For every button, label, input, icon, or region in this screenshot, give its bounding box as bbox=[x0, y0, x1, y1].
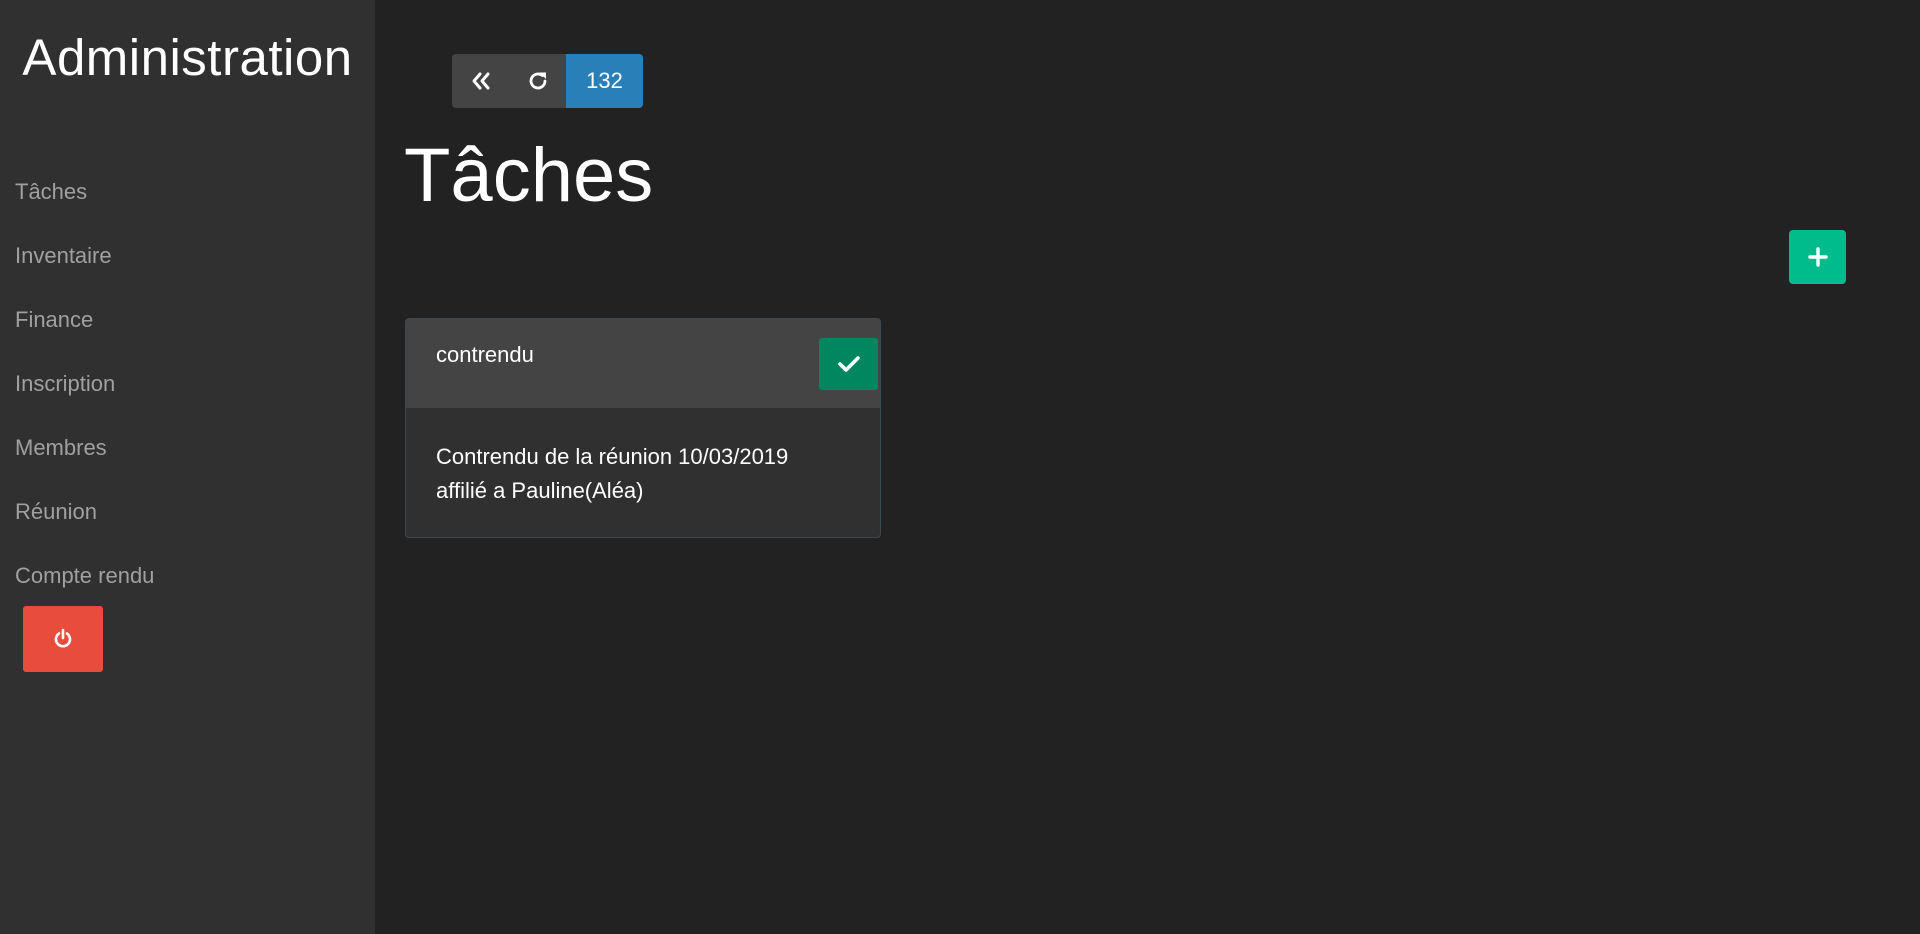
app-brand: Administration bbox=[22, 29, 353, 86]
task-title: contrendu bbox=[436, 342, 534, 367]
refresh-icon bbox=[529, 72, 546, 90]
back-button[interactable] bbox=[452, 54, 509, 108]
sidebar-nav: Tâches Inventaire Finance Inscription Me… bbox=[0, 164, 375, 612]
task-description: Contrendu de la réunion 10/03/2019 bbox=[436, 444, 789, 469]
add-task-button[interactable] bbox=[1789, 230, 1846, 284]
page-title: Tâches bbox=[404, 133, 654, 218]
logout-button[interactable] bbox=[23, 606, 103, 672]
sidebar-item-finance[interactable]: Finance bbox=[0, 292, 375, 356]
sidebar-item-membres[interactable]: Membres bbox=[0, 420, 375, 484]
toolbar: 132 bbox=[452, 54, 643, 108]
check-icon bbox=[837, 356, 860, 372]
refresh-button[interactable] bbox=[509, 54, 566, 108]
sidebar-item-inventaire[interactable]: Inventaire bbox=[0, 228, 375, 292]
sidebar-item-taches[interactable]: Tâches bbox=[0, 164, 375, 228]
sidebar-item-reunion[interactable]: Réunion bbox=[0, 484, 375, 548]
task-assignee: affilié a Pauline(Aléa) bbox=[436, 478, 644, 503]
mark-done-button[interactable] bbox=[819, 338, 878, 390]
double-chevron-left-icon bbox=[472, 72, 489, 90]
task-count-badge: 132 bbox=[566, 54, 643, 108]
power-icon bbox=[54, 628, 72, 648]
task-card-header: contrendu bbox=[406, 319, 880, 408]
task-card: contrendu Contrendu de la réunion 10/03/… bbox=[405, 318, 881, 538]
sidebar: Administration Tâches Inventaire Finance… bbox=[0, 0, 375, 934]
sidebar-item-inscription[interactable]: Inscription bbox=[0, 356, 375, 420]
task-card-body: Contrendu de la réunion 10/03/2019 affil… bbox=[406, 408, 880, 508]
sidebar-item-compte-rendu[interactable]: Compte rendu bbox=[0, 548, 375, 612]
plus-icon bbox=[1807, 247, 1828, 267]
